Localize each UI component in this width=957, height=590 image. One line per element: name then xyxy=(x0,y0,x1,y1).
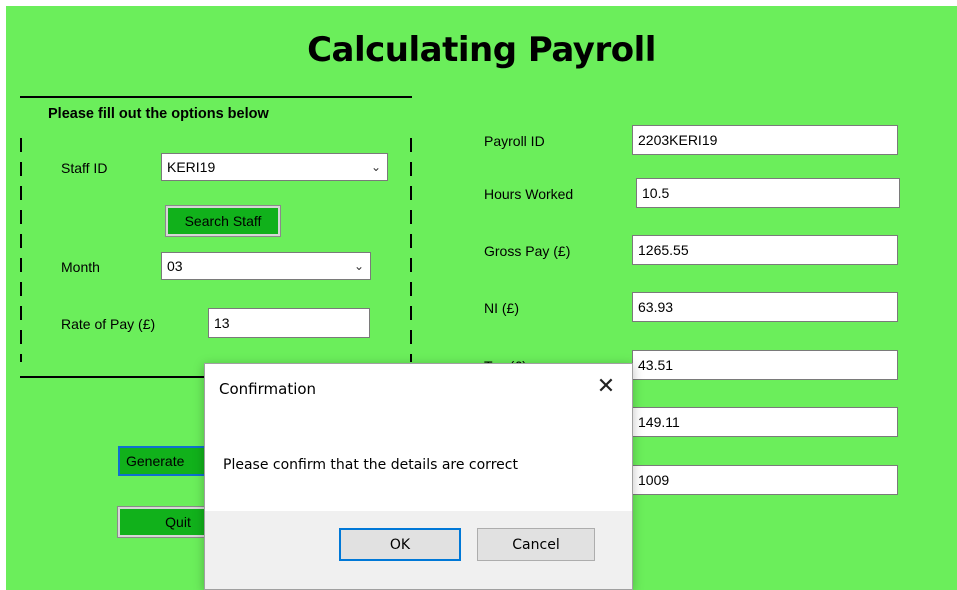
month-value: 03 xyxy=(167,258,183,274)
rate-of-pay-label: Rate of Pay (£) xyxy=(61,316,156,332)
chevron-down-icon[interactable]: ⌄ xyxy=(365,160,387,174)
month-select[interactable]: 03 ⌄ xyxy=(161,252,371,280)
ni-field[interactable]: 63.93 xyxy=(632,292,898,322)
deductions-field[interactable]: 149.11 xyxy=(632,407,898,437)
page-title: Calculating Payroll xyxy=(307,30,656,70)
staff-id-value: KERI19 xyxy=(167,159,216,175)
staff-id-select[interactable]: KERI19 ⌄ xyxy=(161,153,388,181)
payroll-id-label: Payroll ID xyxy=(484,133,545,149)
search-staff-button[interactable]: Search Staff xyxy=(165,205,281,237)
dialog-message: Please confirm that the details are corr… xyxy=(223,457,518,473)
gross-pay-label: Gross Pay (£) xyxy=(484,243,571,259)
tax-field[interactable]: 43.51 xyxy=(632,350,898,380)
payroll-form: Calculating Payroll Please fill out the … xyxy=(6,6,957,590)
options-group-title: Please fill out the options below xyxy=(48,106,269,122)
chevron-down-icon[interactable]: ⌄ xyxy=(348,259,370,273)
ni-label: NI (£) xyxy=(484,300,519,316)
rate-of-pay-field[interactable]: 13 xyxy=(208,308,370,338)
hours-worked-label: Hours Worked xyxy=(484,186,574,202)
group-left-border xyxy=(20,138,22,362)
group-right-border xyxy=(410,138,412,362)
payroll-id-field[interactable]: 2203KERI19 xyxy=(632,125,898,155)
month-label: Month xyxy=(61,259,100,275)
cancel-button[interactable]: Cancel xyxy=(477,528,595,561)
staff-id-label: Staff ID xyxy=(61,160,108,176)
hours-worked-field[interactable]: 10.5 xyxy=(636,178,900,208)
ok-button[interactable]: OK xyxy=(339,528,461,561)
gross-pay-field[interactable]: 1265.55 xyxy=(632,235,898,265)
dialog-footer: OK Cancel xyxy=(205,511,632,589)
net-pay-field[interactable]: 1009 xyxy=(632,465,898,495)
dialog-title: Confirmation xyxy=(219,380,317,398)
close-icon[interactable]: ✕ xyxy=(588,372,624,402)
confirmation-dialog: Confirmation ✕ Please confirm that the d… xyxy=(204,363,633,590)
